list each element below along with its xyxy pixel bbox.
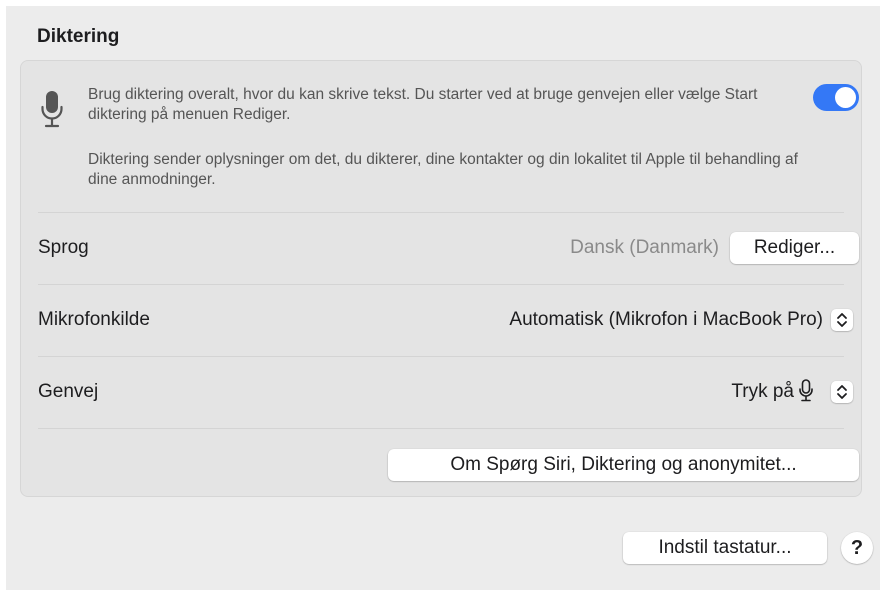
shortcut-value[interactable]: Tryk på [731,381,794,403]
help-button[interactable]: ? [841,532,873,564]
microphone-popup-stepper[interactable] [831,309,853,331]
dictation-privacy-note: Diktering sender oplysninger om det, du … [88,151,798,188]
divider [38,284,844,285]
dictation-group: Brug diktering overalt, hvor du kan skri… [20,60,862,497]
section-title: Diktering [37,26,120,47]
microphone-value[interactable]: Automatisk (Mikrofon i MacBook Pro) [509,309,823,331]
divider [38,428,844,429]
language-edit-button[interactable]: Rediger... [730,232,859,264]
dictation-description: Brug diktering overalt, hvor du kan skri… [88,86,758,123]
divider [38,356,844,357]
about-siri-dictation-privacy-button[interactable]: Om Spørg Siri, Diktering og anonymitet..… [388,449,859,481]
keyboard-settings-button[interactable]: Indstil tastatur... [623,532,827,564]
chevron-updown-icon [837,313,847,327]
settings-pane: Diktering Brug diktering overalt, hvor d… [6,6,880,590]
language-value: Dansk (Danmark) [570,237,719,258]
microphone-icon [799,379,813,402]
microphone-icon [41,91,63,128]
chevron-updown-icon [837,385,847,399]
shortcut-popup-stepper[interactable] [831,381,853,403]
shortcut-label: Genvej [38,381,99,402]
divider [38,212,844,213]
language-label: Sprog [38,237,89,258]
microphone-label: Mikrofonkilde [38,309,150,330]
dictation-toggle[interactable] [813,84,859,111]
toggle-knob [835,87,856,108]
